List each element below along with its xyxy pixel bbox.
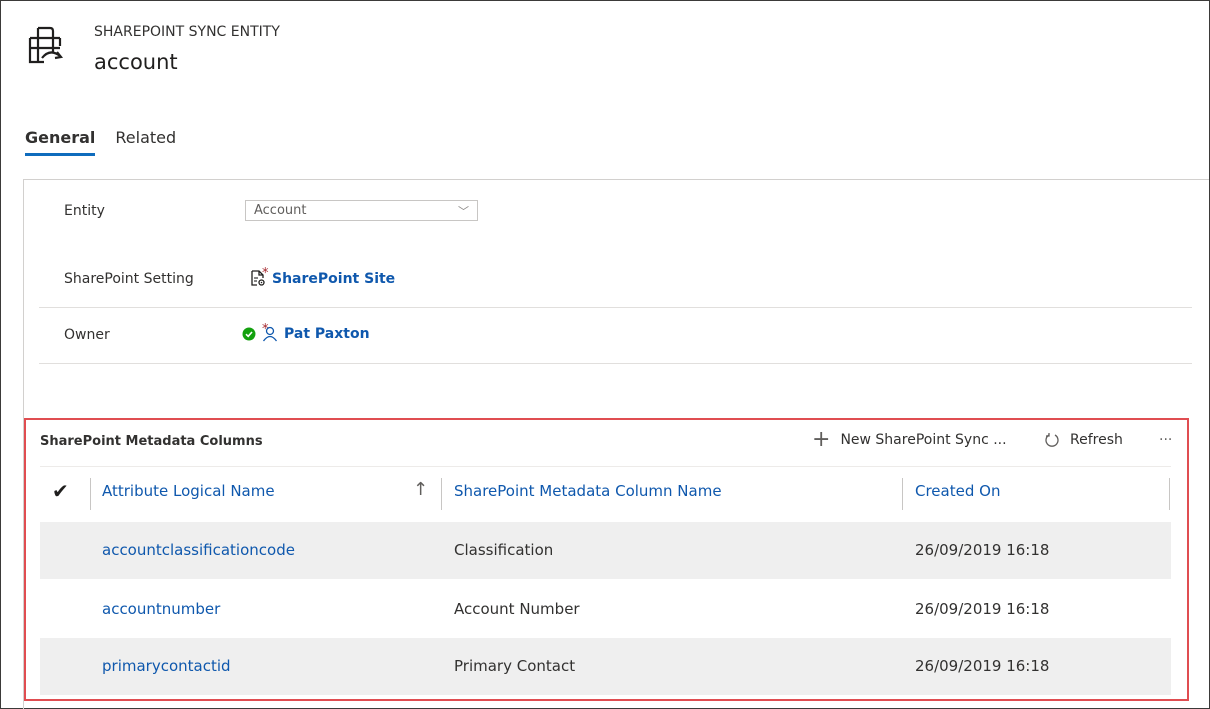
entity-field-label: Entity	[64, 203, 105, 219]
entity-type-label: SHAREPOINT SYNC ENTITY	[94, 24, 280, 40]
metadata-name-cell: Classification	[454, 541, 554, 559]
sharepoint-site-link[interactable]: SharePoint Site	[272, 271, 395, 287]
more-commands-button[interactable]: ···	[1159, 432, 1172, 448]
column-header-metadata-name[interactable]: SharePoint Metadata Column Name	[454, 482, 722, 500]
table-row[interactable]: accountclassificationcode Classification…	[40, 522, 1171, 579]
subgrid-title: SharePoint Metadata Columns	[40, 434, 263, 449]
new-sharepoint-sync-label: New SharePoint Sync ...	[840, 432, 1007, 448]
tab-general[interactable]: General	[25, 128, 96, 156]
created-on-cell: 26/09/2019 16:18	[915, 600, 1050, 618]
column-separator	[1169, 478, 1170, 510]
refresh-button[interactable]: Refresh	[1044, 432, 1123, 448]
column-separator	[902, 478, 903, 510]
document-settings-icon	[251, 270, 265, 286]
refresh-icon	[1045, 433, 1059, 447]
column-header-attribute[interactable]: Attribute Logical Name	[102, 482, 275, 500]
attribute-cell[interactable]: accountnumber	[102, 600, 220, 618]
table-row[interactable]: accountnumber Account Number 26/09/2019 …	[40, 581, 1171, 638]
entity-select-value: Account	[254, 203, 307, 218]
table-row[interactable]: primarycontactid Primary Contact 26/09/2…	[40, 638, 1171, 695]
new-sharepoint-sync-button[interactable]: + New SharePoint Sync ...	[812, 427, 1007, 452]
refresh-label: Refresh	[1070, 432, 1123, 448]
column-separator	[441, 478, 442, 510]
owner-row: Owner *	[39, 306, 1192, 364]
owner-lookup[interactable]: Pat Paxton	[242, 326, 370, 342]
more-icon: ···	[1159, 432, 1173, 448]
plus-icon: +	[812, 427, 831, 452]
available-status-icon	[242, 327, 256, 341]
owner-name-link[interactable]: Pat Paxton	[284, 326, 370, 342]
column-header-created-on[interactable]: Created On	[915, 482, 1000, 500]
column-separator	[90, 478, 91, 510]
record-title: account	[94, 50, 178, 74]
created-on-cell: 26/09/2019 16:18	[915, 657, 1050, 675]
metadata-name-cell: Primary Contact	[454, 657, 576, 675]
metadata-columns-subgrid: SharePoint Metadata Columns + New ShareP…	[24, 418, 1189, 701]
metadata-name-cell: Account Number	[454, 600, 580, 618]
attribute-cell[interactable]: accountclassificationcode	[102, 541, 295, 559]
created-on-cell: 26/09/2019 16:18	[915, 541, 1050, 559]
sync-entity-icon	[28, 26, 64, 64]
entity-select[interactable]: Account ﹀	[245, 200, 478, 221]
sharepoint-setting-row: SharePoint Setting *	[39, 250, 1192, 308]
sharepoint-setting-lookup[interactable]: SharePoint Site	[250, 270, 395, 287]
tab-bar: General Related	[25, 128, 176, 156]
chevron-down-icon: ﹀	[458, 205, 469, 218]
grid-header-row: ✔ Attribute Logical Name ↑ SharePoint Me…	[40, 466, 1171, 520]
sharepoint-setting-label: SharePoint Setting	[64, 270, 194, 287]
select-all-checkmark-icon[interactable]: ✔	[52, 479, 69, 503]
entity-field-row: Entity	[39, 182, 1192, 240]
person-icon	[262, 326, 278, 342]
owner-label: Owner	[64, 326, 110, 343]
sort-ascending-icon[interactable]: ↑	[413, 479, 428, 500]
attribute-cell[interactable]: primarycontactid	[102, 657, 231, 675]
tab-related[interactable]: Related	[115, 128, 176, 156]
